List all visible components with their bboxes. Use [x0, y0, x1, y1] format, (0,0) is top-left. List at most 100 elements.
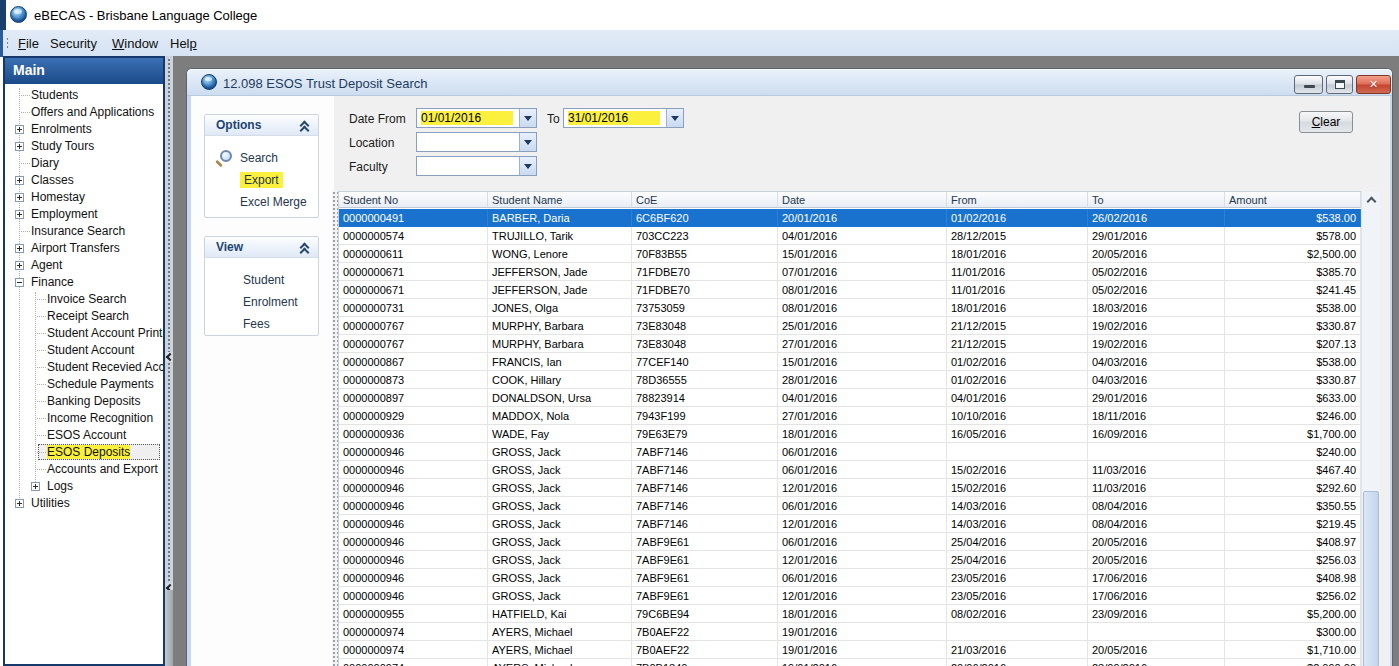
clear-button[interactable]: Clear: [1299, 111, 1353, 133]
sidebar-item-employment[interactable]: Employment: [5, 206, 163, 223]
dialog-titlebar[interactable]: 12.098 ESOS Trust Deposit Search ✕: [187, 69, 1392, 96]
collapse-chevron-icon[interactable]: [300, 242, 310, 254]
sidebar-item-offers-and-applications[interactable]: Offers and Applications: [5, 104, 163, 121]
collapse-left-icon[interactable]: [166, 352, 173, 362]
options-item-export[interactable]: Export: [240, 173, 283, 187]
column-header-date[interactable]: Date: [778, 192, 947, 208]
sidebar-item-student-account[interactable]: Student Account: [5, 342, 163, 359]
collapse-chevron-icon[interactable]: [300, 120, 310, 132]
scrollbar-thumb[interactable]: [1363, 491, 1379, 666]
grid-row[interactable]: 0000000767MURPHY, Barbara73E8304825/01/2…: [339, 317, 1361, 335]
expand-icon[interactable]: [15, 210, 24, 219]
sidebar-item-banking-deposits[interactable]: Banking Deposits: [5, 393, 163, 410]
expand-icon[interactable]: [15, 193, 24, 202]
sidebar-item-esos-account[interactable]: ESOS Account: [5, 427, 163, 444]
grid-row[interactable]: 0000000974AYERS, Michael7B0B134019/01/20…: [339, 659, 1361, 666]
expand-icon[interactable]: [15, 142, 24, 151]
view-item-student[interactable]: Student: [243, 273, 284, 287]
sidebar-item-invoice-search[interactable]: Invoice Search: [5, 291, 163, 308]
splitter-grip[interactable]: [167, 58, 171, 586]
grid-row[interactable]: 0000000946GROSS, Jack7ABF714606/01/20161…: [339, 461, 1361, 479]
sidebar-item-schedule-payments[interactable]: Schedule Payments: [5, 376, 163, 393]
grid-row[interactable]: 0000000897DONALDSON, Ursa7882391404/01/2…: [339, 389, 1361, 407]
scroll-up-icon[interactable]: [1362, 191, 1381, 208]
grid-row[interactable]: 0000000936WADE, Fay79E63E7918/01/201616/…: [339, 425, 1361, 443]
sidebar-item-student-account-print[interactable]: Student Account Print: [5, 325, 163, 342]
expand-icon[interactable]: [15, 125, 24, 134]
dropdown-arrow-icon[interactable]: [666, 109, 683, 127]
grid-row[interactable]: 0000000946GROSS, Jack7ABF9E6106/01/20162…: [339, 533, 1361, 551]
grid-row[interactable]: 0000000767MURPHY, Barbara73E8304827/01/2…: [339, 335, 1361, 353]
dropdown-arrow-icon[interactable]: [519, 109, 536, 127]
grid-row[interactable]: 0000000946GROSS, Jack7ABF9E6112/01/20162…: [339, 551, 1361, 569]
menu-window[interactable]: Window: [112, 36, 158, 51]
minimize-button[interactable]: [1294, 75, 1323, 94]
grid-row[interactable]: 0000000946GROSS, Jack7ABF714612/01/20161…: [339, 515, 1361, 533]
sidebar-splitter[interactable]: [165, 56, 173, 666]
column-header-student-name[interactable]: Student Name: [488, 192, 632, 208]
grid-row[interactable]: 0000000491BARBER, Daria6C6BF62020/01/201…: [339, 209, 1361, 227]
grid-row[interactable]: 0000000974AYERS, Michael7B0AEF2219/01/20…: [339, 641, 1361, 659]
view-item-fees[interactable]: Fees: [243, 317, 270, 331]
sidebar-item-income-recognition[interactable]: Income Recognition: [5, 410, 163, 427]
grid-row[interactable]: 0000000671JEFFERSON, Jade71FDBE7007/01/2…: [339, 263, 1361, 281]
menu-file[interactable]: File: [18, 36, 39, 51]
expand-icon[interactable]: [15, 499, 24, 508]
faculty-combobox[interactable]: [416, 156, 537, 176]
sidebar-item-agent[interactable]: Agent: [5, 257, 163, 274]
sidebar-item-finance[interactable]: Finance: [5, 274, 163, 291]
grid-row[interactable]: 0000000873COOK, Hillary78D3655528/01/201…: [339, 371, 1361, 389]
column-header-student-no[interactable]: Student No: [339, 192, 488, 208]
menu-grip-icon[interactable]: [6, 37, 9, 50]
sidebar-item-receipt-search[interactable]: Receipt Search: [5, 308, 163, 325]
options-item-excel-merge[interactable]: Excel Merge: [240, 195, 307, 209]
options-header[interactable]: Options: [205, 115, 318, 136]
collapse-icon[interactable]: [15, 278, 24, 287]
grid-row[interactable]: 0000000611WONG, Lenore70F83B5515/01/2016…: [339, 245, 1361, 263]
grid-row[interactable]: 0000000946GROSS, Jack7ABF714606/01/2016$…: [339, 443, 1361, 461]
sidebar-item-esos-deposits[interactable]: ESOS Deposits: [5, 444, 163, 461]
column-header-amount[interactable]: Amount: [1225, 192, 1361, 208]
date-to-combobox[interactable]: 31/01/2016: [563, 108, 684, 128]
grid-row[interactable]: 0000000946GROSS, Jack7ABF9E6106/01/20162…: [339, 569, 1361, 587]
sidebar-item-students[interactable]: Students: [5, 87, 163, 104]
sidebar-item-airport-transfers[interactable]: Airport Transfers: [5, 240, 163, 257]
sidebar-item-study-tours[interactable]: Study Tours: [5, 138, 163, 155]
grid-row[interactable]: 0000000946GROSS, Jack7ABF714612/01/20161…: [339, 479, 1361, 497]
grid-row[interactable]: 0000000946GROSS, Jack7ABF714606/01/20161…: [339, 497, 1361, 515]
view-header[interactable]: View: [205, 237, 318, 258]
grid-row[interactable]: 0000000929MADDOX, Nola7943F19927/01/2016…: [339, 407, 1361, 425]
column-header-coe[interactable]: CoE: [632, 192, 778, 208]
column-header-from[interactable]: From: [947, 192, 1088, 208]
maximize-button[interactable]: [1326, 75, 1353, 94]
dropdown-arrow-icon[interactable]: [519, 133, 536, 151]
sidebar-item-enrolments[interactable]: Enrolments: [5, 121, 163, 138]
sidebar-item-classes[interactable]: Classes: [5, 172, 163, 189]
grid-row[interactable]: 0000000946GROSS, Jack7ABF9E6112/01/20162…: [339, 587, 1361, 605]
location-combobox[interactable]: [416, 132, 537, 152]
sidebar-item-utilities[interactable]: Utilities: [5, 495, 163, 512]
column-header-to[interactable]: To: [1088, 192, 1225, 208]
view-item-enrolment[interactable]: Enrolment: [243, 295, 298, 309]
expand-icon[interactable]: [15, 176, 24, 185]
expand-icon[interactable]: [15, 261, 24, 270]
grid-row[interactable]: 0000000974AYERS, Michael7B0AEF2219/01/20…: [339, 623, 1361, 641]
sidebar-item-logs[interactable]: Logs: [5, 478, 163, 495]
close-button[interactable]: ✕: [1356, 75, 1391, 94]
grid-row[interactable]: 0000000574TRUJILLO, Tarik703CC22304/01/2…: [339, 227, 1361, 245]
sidebar-item-diary[interactable]: Diary: [5, 155, 163, 172]
dropdown-arrow-icon[interactable]: [519, 157, 536, 175]
grid-row[interactable]: 0000000955HATFIELD, Kai79C6BE9418/01/201…: [339, 605, 1361, 623]
menu-security[interactable]: Security: [50, 36, 97, 51]
grid-vertical-scrollbar[interactable]: [1361, 191, 1380, 666]
sidebar-item-insurance-search[interactable]: Insurance Search: [5, 223, 163, 240]
sidebar-item-accounts-and-export[interactable]: Accounts and Export: [5, 461, 163, 478]
expand-icon[interactable]: [31, 482, 40, 491]
grid-row[interactable]: 0000000731JONES, Olga7375305908/01/20161…: [339, 299, 1361, 317]
options-item-search[interactable]: Search: [240, 151, 278, 165]
grid-row[interactable]: 0000000671JEFFERSON, Jade71FDBE7008/01/2…: [339, 281, 1361, 299]
expand-icon[interactable]: [15, 244, 24, 253]
date-from-combobox[interactable]: 01/01/2016: [416, 108, 537, 128]
sidebar-item-homestay[interactable]: Homestay: [5, 189, 163, 206]
menu-help[interactable]: Help: [170, 36, 197, 51]
